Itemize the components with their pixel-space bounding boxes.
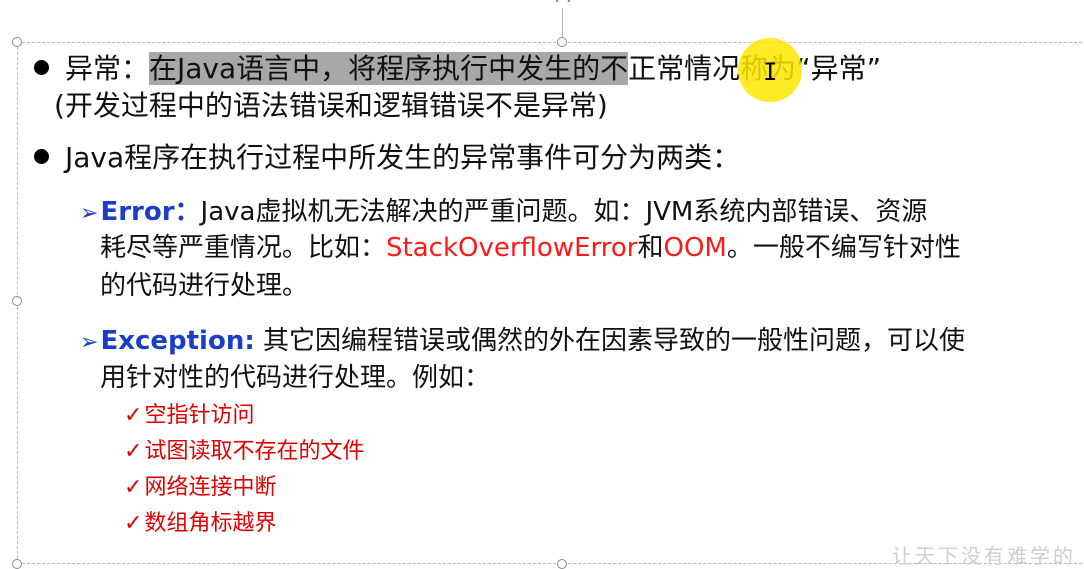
exception-term: Exception: bbox=[100, 326, 255, 356]
resize-handle-middle-left[interactable] bbox=[12, 296, 22, 306]
example-text: 试图读取不存在的文件 bbox=[144, 439, 365, 464]
filled-circle-bullet-icon bbox=[34, 59, 49, 75]
example-item: ✓空指针访问 bbox=[124, 402, 254, 430]
resize-handle-bottom-left[interactable] bbox=[12, 559, 22, 569]
error-desc-2c: 。一般不编写针对性 bbox=[726, 233, 961, 263]
example-text: 网络连接中断 bbox=[144, 475, 277, 500]
exception-desc-1: 其它因编程错误或偶然的外在因素导致的一般性问题，可以使 bbox=[254, 326, 966, 356]
resize-handle-bottom-middle[interactable] bbox=[557, 559, 567, 569]
resize-handle-top-middle[interactable] bbox=[557, 37, 567, 47]
bullet-2-line[interactable]: Java程序在执行过程中所发生的异常事件可分为两类： bbox=[34, 141, 740, 175]
bullet-2-text: Java程序在执行过程中所发生的异常事件可分为两类： bbox=[65, 141, 741, 174]
example-text: 数组角标越界 bbox=[144, 511, 277, 536]
error-line-3: 的代码进行处理。 bbox=[100, 271, 309, 301]
error-term: Error： bbox=[100, 197, 201, 227]
rotate-handle-stem bbox=[562, 8, 563, 38]
checkmark-icon: ✓ bbox=[124, 475, 143, 500]
example-item: ✓网络连接中断 bbox=[124, 474, 276, 502]
exception-line-1[interactable]: ➢Exception: 其它因编程错误或偶然的外在因素导致的一般性问题，可以使 bbox=[80, 325, 965, 359]
bullet-1-continuation: (开发过程中的语法错误和逻辑错误不是异常) bbox=[54, 89, 608, 122]
error-example-stackoverflow: StackOverflowError bbox=[386, 233, 638, 263]
example-text: 空指针访问 bbox=[144, 403, 255, 428]
arrow-right-bullet-icon: ➢ bbox=[80, 201, 99, 226]
checkmark-icon: ✓ bbox=[124, 403, 143, 428]
checkmark-icon: ✓ bbox=[124, 439, 143, 464]
error-desc-2a: 耗尽等严重情况。比如： bbox=[100, 233, 387, 263]
example-item: ✓数组角标越界 bbox=[124, 510, 276, 538]
slide-canvas: 异常：在Java语言中，将程序执行中发生的不正常情况称为“异常” (开发过程中的… bbox=[0, 0, 1084, 569]
error-line-2: 耗尽等严重情况。比如：StackOverflowError和OOM。一般不编写针… bbox=[100, 232, 961, 264]
resize-handle-top-left[interactable] bbox=[12, 37, 22, 47]
error-line-1[interactable]: ➢Error：Java虚拟机无法解决的严重问题。如：JVM系统内部错误、资源 bbox=[80, 196, 927, 230]
bullet-1-label: 异常： bbox=[65, 52, 150, 85]
error-desc-1: Java虚拟机无法解决的严重问题。如：JVM系统内部错误、资源 bbox=[200, 197, 928, 227]
example-item: ✓试图读取不存在的文件 bbox=[124, 438, 364, 466]
arrow-right-bullet-icon: ➢ bbox=[80, 330, 99, 355]
watermark-text: 让天下没有难学的 bbox=[892, 544, 1076, 568]
rotate-handle-icon[interactable] bbox=[553, 0, 573, 8]
text-ibeam-cursor-icon: I bbox=[763, 58, 778, 86]
filled-circle-bullet-icon bbox=[34, 148, 49, 164]
exception-line-2: 用针对性的代码进行处理。例如： bbox=[100, 363, 491, 393]
checkmark-icon: ✓ bbox=[124, 511, 143, 536]
error-desc-2b: 和 bbox=[637, 233, 664, 263]
error-example-oom: OOM bbox=[663, 233, 727, 263]
selected-text[interactable]: 在Java语言中，将程序执行中发生的不 bbox=[149, 52, 629, 85]
